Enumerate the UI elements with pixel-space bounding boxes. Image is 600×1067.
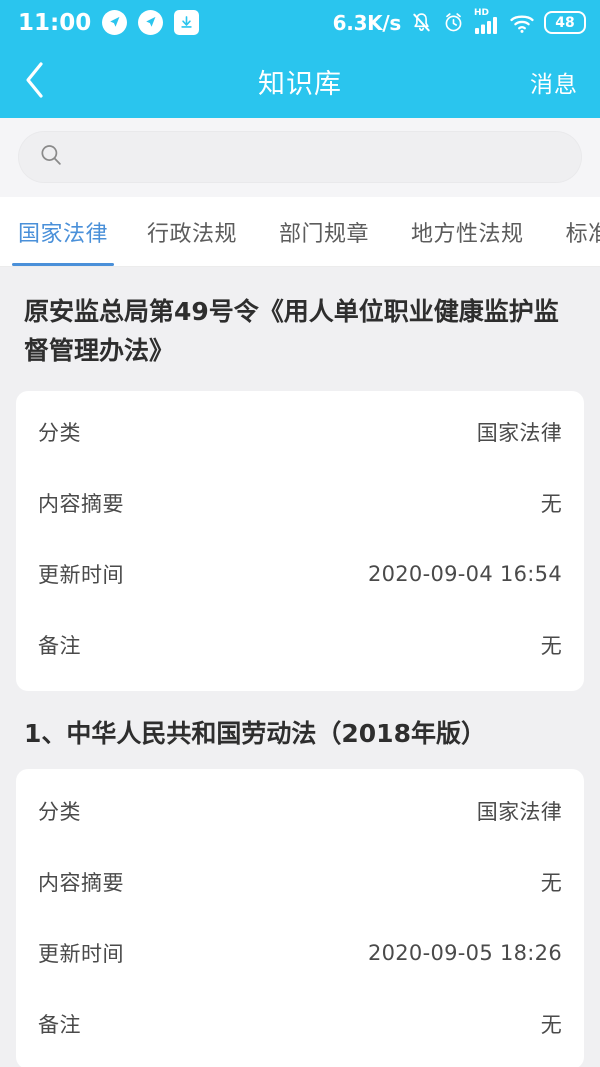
row-value: 无 <box>540 492 562 516</box>
messages-button[interactable]: 消息 <box>530 65 578 99</box>
hd-label: HD <box>474 7 490 18</box>
tab-label: 标准 <box>565 221 600 247</box>
table-row: 内容摘要 无 <box>38 846 562 917</box>
entry-detail-card: 分类 国家法律 内容摘要 无 更新时间 2020-09-04 16:54 备注 … <box>16 390 584 691</box>
tab-standards[interactable]: 标准 <box>545 197 600 266</box>
table-row: 内容摘要 无 <box>38 468 562 539</box>
row-label: 内容摘要 <box>38 870 124 895</box>
app-screen: 11:00 6.3K/s HD 48 知识库 消息 国家法律 行政法规 部门规章… <box>0 0 600 1067</box>
status-clock: 11:00 <box>18 9 92 36</box>
row-label: 备注 <box>38 1012 81 1037</box>
entry-title: 1、中华人民共和国劳动法（2018年版） <box>24 718 486 748</box>
row-value: 国家法律 <box>476 421 562 445</box>
tab-label: 部门规章 <box>279 221 370 247</box>
row-label: 更新时间 <box>38 563 124 587</box>
table-row: 更新时间 2020-09-04 16:54 <box>38 539 562 610</box>
tab-local-regulation[interactable]: 地方性法规 <box>390 197 545 266</box>
table-row: 备注 无 <box>38 610 562 681</box>
tab-active-indicator <box>402 263 533 266</box>
tab-active-indicator <box>138 263 246 266</box>
row-value: 2020-09-04 16:54 <box>367 562 562 586</box>
tab-active-indicator <box>270 263 378 266</box>
entry-detail-card: 分类 国家法律 内容摘要 无 更新时间 2020-09-05 18:26 备注 … <box>16 769 584 1067</box>
row-label: 更新时间 <box>38 941 124 966</box>
table-row: 备注 无 <box>38 988 562 1059</box>
tab-administrative-regulation[interactable]: 行政法规 <box>126 197 258 266</box>
alarm-clock-icon <box>442 11 465 34</box>
tab-department-rules[interactable]: 部门规章 <box>258 197 390 266</box>
row-value: 无 <box>540 1012 562 1037</box>
list-item[interactable]: 1、中华人民共和国劳动法（2018年版） 分类 国家法律 内容摘要 无 更新时间… <box>16 691 584 1067</box>
table-row: 更新时间 2020-09-05 18:26 <box>38 917 562 988</box>
search-input[interactable] <box>76 131 562 183</box>
status-bar-right: 6.3K/s HD 48 <box>332 7 586 35</box>
signal-bars-icon: HD <box>474 7 500 35</box>
row-value: 国家法律 <box>476 799 562 824</box>
tab-label: 行政法规 <box>147 221 238 247</box>
battery-icon: 48 <box>544 11 586 34</box>
wifi-icon <box>509 12 535 34</box>
row-label: 分类 <box>38 799 81 824</box>
status-bar-left: 11:00 <box>18 9 200 36</box>
network-speed-label: 6.3K/s <box>332 10 402 35</box>
back-button[interactable] <box>22 60 66 104</box>
tab-active-indicator <box>557 263 600 266</box>
download-icon <box>174 10 200 35</box>
table-row: 分类 国家法律 <box>38 775 562 846</box>
status-bar: 11:00 6.3K/s HD 48 <box>0 0 600 45</box>
row-label: 分类 <box>38 421 81 445</box>
knowledge-list: 原安监总局第49号令《用人单位职业健康监护监督管理办法》 分类 国家法律 内容摘… <box>0 267 600 1067</box>
row-value: 无 <box>540 634 562 658</box>
mute-bell-icon <box>410 11 433 34</box>
list-item[interactable]: 原安监总局第49号令《用人单位职业健康监护监督管理办法》 分类 国家法律 内容摘… <box>16 267 584 691</box>
chevron-left-icon <box>22 59 48 105</box>
battery-level-label: 48 <box>555 14 575 31</box>
search-section <box>0 118 600 197</box>
tab-national-law[interactable]: 国家法律 <box>0 197 126 266</box>
row-value: 2020-09-05 18:26 <box>367 940 562 965</box>
entry-title: 原安监总局第49号令《用人单位职业健康监护监督管理办法》 <box>24 297 559 365</box>
navigation-icon-secondary <box>138 10 164 35</box>
row-label: 备注 <box>38 634 81 658</box>
table-row: 分类 国家法律 <box>38 397 562 468</box>
navigation-icon <box>102 10 128 35</box>
tab-active-indicator <box>12 263 115 266</box>
app-header: 知识库 消息 <box>0 45 600 118</box>
row-value: 无 <box>540 870 562 895</box>
category-tabs[interactable]: 国家法律 行政法规 部门规章 地方性法规 标准 <box>0 197 600 267</box>
tab-label: 地方性法规 <box>411 221 524 247</box>
search-bar[interactable] <box>18 131 582 183</box>
row-label: 内容摘要 <box>38 492 124 516</box>
tab-label: 国家法律 <box>18 221 109 247</box>
search-icon <box>38 142 64 172</box>
page-title: 知识库 <box>258 69 342 100</box>
